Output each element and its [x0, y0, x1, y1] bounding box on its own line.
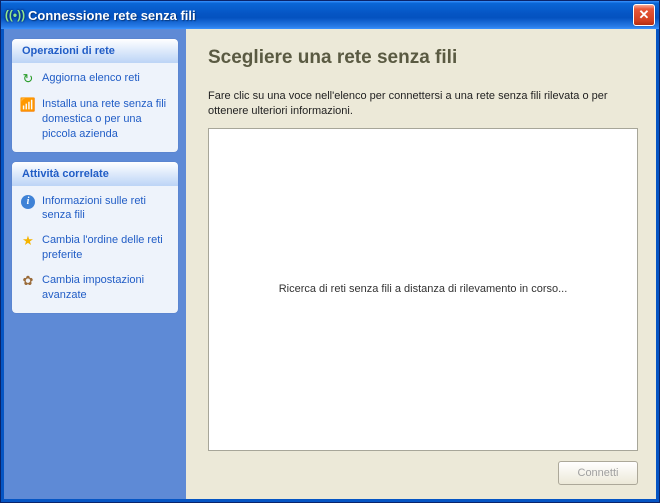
- button-row: Connetti: [208, 461, 638, 485]
- network-list[interactable]: Ricerca di reti senza fili a distanza di…: [208, 128, 638, 451]
- refresh-icon: ↻: [20, 71, 36, 87]
- main-content: Scegliere una rete senza fili Fare clic …: [186, 29, 656, 499]
- task-wireless-info[interactable]: i Informazioni sulle reti senza fili: [20, 194, 170, 224]
- wireless-window: ((•)) Connessione rete senza fili ✕ Oper…: [0, 0, 660, 503]
- searching-status-text: Ricerca di reti senza fili a distanza di…: [279, 283, 568, 295]
- panel-network-operations: Operazioni di rete ↻ Aggiorna elenco ret…: [12, 39, 178, 152]
- task-advanced-settings[interactable]: ✿ Cambia impostazioni avanzate: [20, 273, 170, 303]
- task-setup-wireless[interactable]: 📶 Installa una rete senza fili domestica…: [20, 97, 170, 142]
- wireless-signal-icon: ((•)): [7, 7, 23, 23]
- gear-icon: ✿: [20, 273, 36, 289]
- task-label: Installa una rete senza fili domestica o…: [42, 97, 170, 142]
- close-button[interactable]: ✕: [633, 4, 655, 26]
- panel-related-activities: Attività correlate i Informazioni sulle …: [12, 162, 178, 313]
- connect-button[interactable]: Connetti: [558, 461, 638, 485]
- sidebar: Operazioni di rete ↻ Aggiorna elenco ret…: [4, 29, 186, 499]
- task-change-order[interactable]: ★ Cambia l'ordine delle reti preferite: [20, 233, 170, 263]
- task-refresh-networks[interactable]: ↻ Aggiorna elenco reti: [20, 71, 170, 87]
- panel-header: Operazioni di rete: [12, 39, 178, 63]
- window-title: Connessione rete senza fili: [28, 8, 629, 23]
- panel-body: ↻ Aggiorna elenco reti 📶 Installa una re…: [12, 63, 178, 152]
- client-area: Operazioni di rete ↻ Aggiorna elenco ret…: [1, 29, 659, 502]
- close-icon: ✕: [639, 7, 650, 23]
- page-description: Fare clic su una voce nell'elenco per co…: [208, 89, 638, 120]
- info-icon: i: [20, 194, 36, 210]
- page-title: Scegliere una rete senza fili: [208, 47, 638, 69]
- task-label: Cambia impostazioni avanzate: [42, 273, 170, 303]
- task-label: Cambia l'ordine delle reti preferite: [42, 233, 170, 263]
- task-label: Aggiorna elenco reti: [42, 71, 170, 86]
- task-label: Informazioni sulle reti senza fili: [42, 194, 170, 224]
- panel-header: Attività correlate: [12, 162, 178, 186]
- panel-body: i Informazioni sulle reti senza fili ★ C…: [12, 186, 178, 313]
- antenna-icon: 📶: [20, 97, 36, 113]
- star-icon: ★: [20, 233, 36, 249]
- title-bar: ((•)) Connessione rete senza fili ✕: [1, 1, 659, 29]
